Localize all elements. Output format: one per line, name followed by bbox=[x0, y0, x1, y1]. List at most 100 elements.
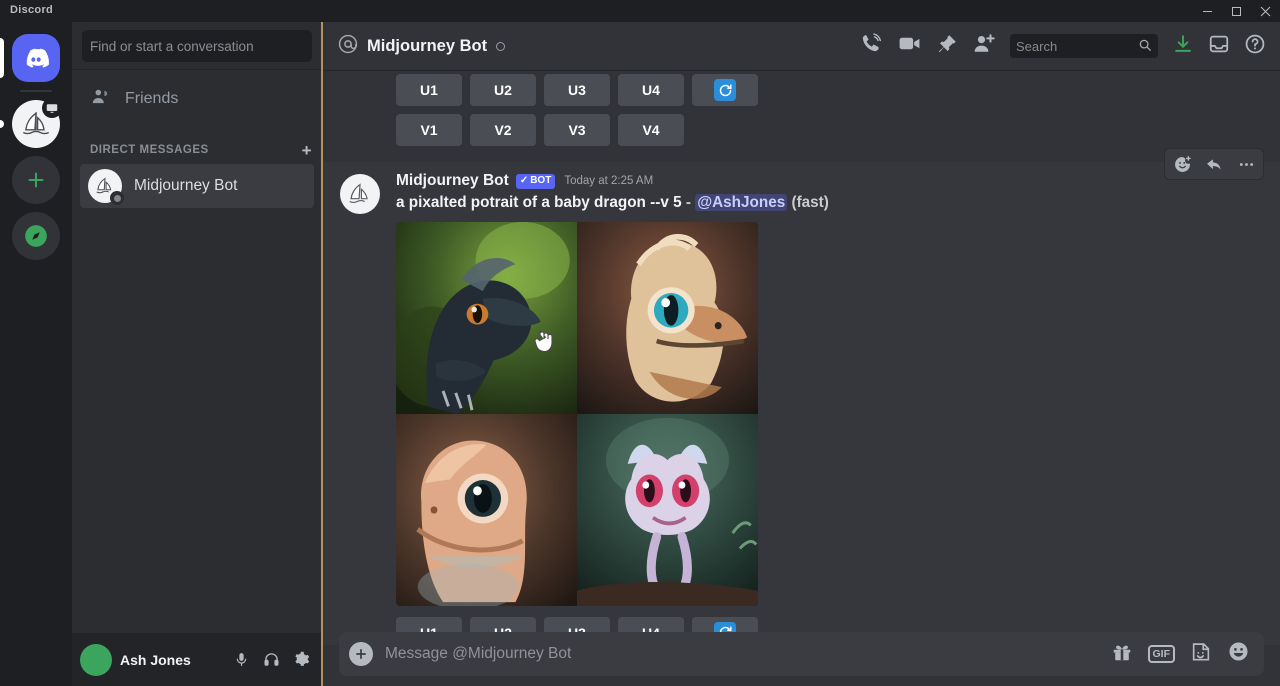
upscale-button-u2[interactable]: U2 bbox=[470, 74, 536, 106]
rail-item-explore[interactable] bbox=[0, 208, 72, 264]
attach-file-button[interactable] bbox=[349, 642, 373, 666]
generated-image-1[interactable] bbox=[396, 221, 577, 414]
close-button[interactable] bbox=[1251, 0, 1280, 22]
dm-item-midjourney-bot[interactable]: Midjourney Bot bbox=[80, 164, 314, 208]
download-icon[interactable] bbox=[1172, 33, 1194, 60]
user-name: Ash Jones bbox=[120, 651, 191, 668]
reply-icon[interactable] bbox=[1199, 150, 1229, 178]
discord-home-icon bbox=[12, 34, 60, 82]
friends-icon bbox=[90, 86, 111, 112]
conversation-search-area: Find or start a conversation bbox=[72, 22, 322, 70]
dm-item-label: Midjourney Bot bbox=[134, 177, 238, 194]
message-composer: Message @Midjourney Bot GIF bbox=[323, 622, 1280, 686]
variation-button-v2[interactable]: V2 bbox=[470, 114, 536, 146]
avatar[interactable] bbox=[340, 174, 380, 214]
emoji-icon[interactable] bbox=[1227, 640, 1250, 668]
composer-actions: GIF bbox=[1111, 640, 1251, 668]
video-icon[interactable] bbox=[897, 31, 922, 61]
app-brand: Discord bbox=[10, 4, 54, 16]
status-circle-icon bbox=[496, 41, 506, 51]
inbox-icon[interactable] bbox=[1208, 33, 1230, 60]
title-bar: Discord bbox=[0, 0, 1280, 22]
sidebar-item-friends[interactable]: Friends bbox=[80, 78, 314, 120]
previous-message-buttons: U1 U2 U3 U4 V1 V2 V3 V4 bbox=[323, 70, 1280, 146]
help-icon[interactable] bbox=[1244, 33, 1266, 60]
message-timestamp: Today at 2:25 AM bbox=[564, 175, 654, 187]
variation-button-v3[interactable]: V3 bbox=[544, 114, 610, 146]
add-reaction-icon[interactable] bbox=[1167, 150, 1197, 178]
direct-messages-header: DIRECT MESSAGES + bbox=[72, 138, 322, 162]
message-text: a pixalted potrait of a baby dragon --v … bbox=[396, 193, 1266, 214]
avatar[interactable] bbox=[80, 643, 112, 676]
add-friend-icon[interactable] bbox=[972, 32, 996, 61]
upscale-button-u4[interactable]: U4 bbox=[618, 74, 684, 106]
search-input[interactable]: Search bbox=[1010, 34, 1158, 58]
direct-messages-label: DIRECT MESSAGES bbox=[90, 144, 209, 156]
gif-icon[interactable]: GIF bbox=[1147, 644, 1175, 664]
variation-button-v1[interactable]: V1 bbox=[396, 114, 462, 146]
avatar bbox=[88, 169, 124, 205]
mic-icon[interactable] bbox=[228, 647, 254, 673]
chat-panel: Midjourney Bot Search U1 U2 U3 U4 V1 V2 … bbox=[323, 22, 1280, 686]
create-dm-button[interactable]: + bbox=[302, 142, 312, 159]
gift-icon[interactable] bbox=[1111, 641, 1133, 668]
rail-item-home[interactable] bbox=[0, 30, 72, 86]
composer-box[interactable]: Message @Midjourney Bot GIF bbox=[339, 632, 1264, 676]
pin-icon[interactable] bbox=[936, 33, 958, 60]
dm-sidebar: Find or start a conversation Friends DIR… bbox=[72, 22, 322, 686]
user-mention[interactable]: @AshJones bbox=[695, 194, 788, 211]
at-symbol-icon bbox=[337, 33, 359, 60]
message-content-wrapper: Midjourney Bot ✓ BOT Today at 2:25 AM a … bbox=[323, 172, 1266, 645]
upscale-button-row-previous: U1 U2 U3 U4 bbox=[323, 74, 1280, 106]
call-icon[interactable] bbox=[860, 32, 883, 60]
speed-label: (fast) bbox=[791, 194, 829, 211]
more-options-icon[interactable] bbox=[1231, 150, 1261, 178]
window-controls bbox=[1193, 0, 1280, 22]
generated-image-2[interactable] bbox=[577, 221, 758, 414]
generated-image-4[interactable] bbox=[577, 413, 758, 606]
user-panel-actions bbox=[228, 647, 314, 673]
message-header: Midjourney Bot ✓ BOT Today at 2:25 AM bbox=[396, 172, 1266, 190]
rail-divider bbox=[20, 90, 52, 92]
user-panel: Ash Jones bbox=[72, 633, 322, 686]
server-rail bbox=[0, 22, 72, 686]
message-input[interactable]: Message @Midjourney Bot bbox=[385, 645, 1099, 663]
discord-window: Discord Find or start a conversation Fri… bbox=[0, 0, 1280, 686]
reroll-icon bbox=[714, 79, 736, 101]
generated-image-3[interactable] bbox=[396, 413, 577, 606]
variation-button-v4[interactable]: V4 bbox=[618, 114, 684, 146]
status-badge bbox=[110, 191, 124, 205]
add-server-icon bbox=[12, 156, 60, 204]
variation-button-row-previous: V1 V2 V3 V4 bbox=[323, 114, 1280, 146]
headphones-icon[interactable] bbox=[258, 647, 284, 673]
compass-icon bbox=[12, 212, 60, 260]
midjourney-server-icon bbox=[12, 98, 62, 148]
message-author[interactable]: Midjourney Bot bbox=[396, 172, 509, 190]
search-icon bbox=[1138, 38, 1152, 55]
bot-label: BOT bbox=[530, 174, 552, 186]
maximize-button[interactable] bbox=[1222, 0, 1251, 22]
prompt-text: a pixalted potrait of a baby dragon --v … bbox=[396, 194, 682, 211]
upscale-button-u3[interactable]: U3 bbox=[544, 74, 610, 106]
channel-header: Midjourney Bot Search bbox=[323, 22, 1280, 70]
search-placeholder: Search bbox=[1016, 38, 1058, 54]
message-hover-toolbar bbox=[1164, 148, 1264, 180]
verified-check-icon: ✓ bbox=[519, 174, 529, 186]
unread-pill bbox=[0, 120, 4, 128]
conversation-search-input[interactable]: Find or start a conversation bbox=[82, 30, 312, 62]
bot-badge: ✓ BOT bbox=[515, 173, 556, 189]
active-pill bbox=[0, 38, 4, 78]
rail-item-midjourney[interactable] bbox=[0, 96, 72, 152]
page-title: Midjourney Bot bbox=[367, 36, 488, 55]
header-toolbar: Search bbox=[860, 31, 1266, 61]
rail-item-add-server[interactable] bbox=[0, 152, 72, 208]
upscale-button-u1[interactable]: U1 bbox=[396, 74, 462, 106]
settings-icon[interactable] bbox=[288, 647, 314, 673]
text-separator: - bbox=[685, 194, 691, 211]
message-item: Midjourney Bot ✓ BOT Today at 2:25 AM a … bbox=[323, 148, 1280, 645]
minimize-button[interactable] bbox=[1193, 0, 1222, 22]
sticker-icon[interactable] bbox=[1190, 641, 1212, 668]
message-list[interactable]: U1 U2 U3 U4 V1 V2 V3 V4 Midjourney Bot ✓… bbox=[323, 70, 1280, 645]
image-grid[interactable] bbox=[396, 221, 758, 606]
reroll-button-previous[interactable] bbox=[692, 74, 758, 106]
